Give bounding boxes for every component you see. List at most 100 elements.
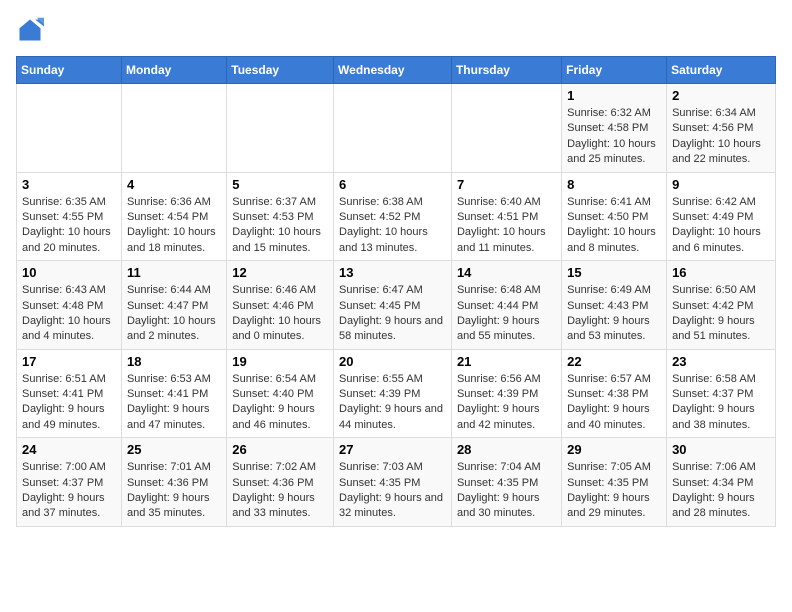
day-number: 22 [567, 354, 661, 369]
day-number: 24 [22, 442, 116, 457]
day-info: Sunrise: 7:00 AM Sunset: 4:37 PM Dayligh… [22, 460, 116, 522]
day-number: 1 [567, 88, 661, 103]
day-number: 21 [457, 354, 556, 369]
calendar-cell: 21Sunrise: 6:56 AM Sunset: 4:39 PM Dayli… [451, 349, 561, 438]
day-number: 26 [232, 442, 328, 457]
day-info: Sunrise: 6:32 AM Sunset: 4:58 PM Dayligh… [567, 106, 661, 168]
day-info: Sunrise: 6:34 AM Sunset: 4:56 PM Dayligh… [672, 106, 770, 168]
day-info: Sunrise: 6:47 AM Sunset: 4:45 PM Dayligh… [339, 283, 446, 345]
day-header-saturday: Saturday [667, 57, 776, 84]
logo [16, 16, 48, 44]
day-number: 12 [232, 265, 328, 280]
calendar-cell: 29 Sunrise: 7:05 AM Sunset: 4:35 PM Dayli… [562, 438, 667, 527]
calendar-cell: 15 Sunrise: 6:49 AM Sunset: 4:43 PM Dayli… [562, 261, 667, 350]
day-info: Sunrise: 7:05 AM Sunset: 4:35 PM Dayligh… [567, 460, 661, 522]
logo-icon [16, 16, 44, 44]
day-info: Sunrise: 7:06 AM Sunset: 4:34 PM Dayligh… [672, 460, 770, 522]
calendar-cell: 23 Sunrise: 6:58 AM Sunset: 4:37 PM Dayli… [667, 349, 776, 438]
calendar-cell: 24 Sunrise: 7:00 AM Sunset: 4:37 PM Dayli… [17, 438, 122, 527]
calendar-cell: 1 Sunrise: 6:32 AM Sunset: 4:58 PM Daylig… [562, 84, 667, 173]
day-number: 2 [672, 88, 770, 103]
day-info: Sunrise: 6:38 AM Sunset: 4:52 PM Dayligh… [339, 195, 446, 257]
calendar-cell [334, 84, 452, 173]
day-info: Sunrise: 6:53 AM Sunset: 4:41 PM Dayligh… [127, 372, 221, 434]
day-info: Sunrise: 6:46 AM Sunset: 4:46 PM Dayligh… [232, 283, 328, 345]
calendar-body: 1 Sunrise: 6:32 AM Sunset: 4:58 PM Daylig… [17, 84, 776, 527]
day-number: 25 [127, 442, 221, 457]
day-info: Sunrise: 6:49 AM Sunset: 4:43 PM Dayligh… [567, 283, 661, 345]
calendar-table: SundayMondayTuesdayWednesdayThursdayFrid… [16, 56, 776, 527]
day-number: 5 [232, 177, 328, 192]
week-row-4: 17 Sunrise: 6:51 AM Sunset: 4:41 PM Dayli… [17, 349, 776, 438]
header-row: SundayMondayTuesdayWednesdayThursdayFrid… [17, 57, 776, 84]
day-header-tuesday: Tuesday [227, 57, 334, 84]
day-number: 18 [127, 354, 221, 369]
day-number: 3 [22, 177, 116, 192]
day-info: Sunrise: 6:36 AM Sunset: 4:54 PM Dayligh… [127, 195, 221, 257]
calendar-cell: 2 Sunrise: 6:34 AM Sunset: 4:56 PM Daylig… [667, 84, 776, 173]
day-info: Sunrise: 6:43 AM Sunset: 4:48 PM Dayligh… [22, 283, 116, 345]
week-row-2: 3 Sunrise: 6:35 AM Sunset: 4:55 PM Daylig… [17, 172, 776, 261]
calendar-cell: 19Sunrise: 6:54 AM Sunset: 4:40 PM Dayli… [227, 349, 334, 438]
day-info: Sunrise: 6:48 AM Sunset: 4:44 PM Dayligh… [457, 283, 556, 345]
day-number: 15 [567, 265, 661, 280]
day-info: Sunrise: 6:57 AM Sunset: 4:38 PM Dayligh… [567, 372, 661, 434]
day-number: 9 [672, 177, 770, 192]
calendar-cell: 18 Sunrise: 6:53 AM Sunset: 4:41 PM Dayli… [121, 349, 226, 438]
day-number: 14 [457, 265, 556, 280]
day-number: 29 [567, 442, 661, 457]
day-info: Sunrise: 6:58 AM Sunset: 4:37 PM Dayligh… [672, 372, 770, 434]
calendar-cell: 12 Sunrise: 6:46 AM Sunset: 4:46 PM Dayli… [227, 261, 334, 350]
day-number: 8 [567, 177, 661, 192]
day-info: Sunrise: 6:51 AM Sunset: 4:41 PM Dayligh… [22, 372, 116, 434]
day-info: Sunrise: 7:04 AM Sunset: 4:35 PM Dayligh… [457, 460, 556, 522]
day-number: 23 [672, 354, 770, 369]
day-info: Sunrise: 7:01 AM Sunset: 4:36 PM Dayligh… [127, 460, 221, 522]
day-number: 28 [457, 442, 556, 457]
day-number: 13 [339, 265, 446, 280]
calendar-cell: 10 Sunrise: 6:43 AM Sunset: 4:48 PM Dayli… [17, 261, 122, 350]
day-header-monday: Monday [121, 57, 226, 84]
day-header-thursday: Thursday [451, 57, 561, 84]
week-row-5: 24 Sunrise: 7:00 AM Sunset: 4:37 PM Dayli… [17, 438, 776, 527]
day-header-wednesday: Wednesday [334, 57, 452, 84]
calendar-cell: 30Sunrise: 7:06 AM Sunset: 4:34 PM Dayli… [667, 438, 776, 527]
calendar-cell: 28 Sunrise: 7:04 AM Sunset: 4:35 PM Dayli… [451, 438, 561, 527]
day-info: Sunrise: 6:55 AM Sunset: 4:39 PM Dayligh… [339, 372, 446, 434]
day-info: Sunrise: 6:40 AM Sunset: 4:51 PM Dayligh… [457, 195, 556, 257]
calendar-cell: 5 Sunrise: 6:37 AM Sunset: 4:53 PM Daylig… [227, 172, 334, 261]
day-number: 10 [22, 265, 116, 280]
calendar-cell: 8 Sunrise: 6:41 AM Sunset: 4:50 PM Daylig… [562, 172, 667, 261]
calendar-cell: 13 Sunrise: 6:47 AM Sunset: 4:45 PM Dayli… [334, 261, 452, 350]
calendar-cell: 27Sunrise: 7:03 AM Sunset: 4:35 PM Dayli… [334, 438, 452, 527]
calendar-cell: 16Sunrise: 6:50 AM Sunset: 4:42 PM Dayli… [667, 261, 776, 350]
day-number: 6 [339, 177, 446, 192]
day-number: 17 [22, 354, 116, 369]
calendar-cell [121, 84, 226, 173]
calendar-cell: 20 Sunrise: 6:55 AM Sunset: 4:39 PM Dayli… [334, 349, 452, 438]
day-number: 20 [339, 354, 446, 369]
day-info: Sunrise: 6:41 AM Sunset: 4:50 PM Dayligh… [567, 195, 661, 257]
day-info: Sunrise: 7:02 AM Sunset: 4:36 PM Dayligh… [232, 460, 328, 522]
day-header-sunday: Sunday [17, 57, 122, 84]
day-info: Sunrise: 6:50 AM Sunset: 4:42 PM Dayligh… [672, 283, 770, 345]
calendar-cell: 11 Sunrise: 6:44 AM Sunset: 4:47 PM Dayli… [121, 261, 226, 350]
calendar-cell: 4 Sunrise: 6:36 AM Sunset: 4:54 PM Daylig… [121, 172, 226, 261]
page-header [16, 16, 776, 44]
calendar-cell: 14 Sunrise: 6:48 AM Sunset: 4:44 PM Dayli… [451, 261, 561, 350]
day-number: 11 [127, 265, 221, 280]
calendar-cell [17, 84, 122, 173]
calendar-cell: 25 Sunrise: 7:01 AM Sunset: 4:36 PM Dayli… [121, 438, 226, 527]
day-info: Sunrise: 6:44 AM Sunset: 4:47 PM Dayligh… [127, 283, 221, 345]
calendar-cell: 3 Sunrise: 6:35 AM Sunset: 4:55 PM Daylig… [17, 172, 122, 261]
week-row-1: 1 Sunrise: 6:32 AM Sunset: 4:58 PM Daylig… [17, 84, 776, 173]
day-number: 19 [232, 354, 328, 369]
day-number: 7 [457, 177, 556, 192]
day-number: 4 [127, 177, 221, 192]
calendar-cell: 9Sunrise: 6:42 AM Sunset: 4:49 PM Daylig… [667, 172, 776, 261]
day-info: Sunrise: 6:37 AM Sunset: 4:53 PM Dayligh… [232, 195, 328, 257]
calendar-cell: 6 Sunrise: 6:38 AM Sunset: 4:52 PM Daylig… [334, 172, 452, 261]
day-info: Sunrise: 6:35 AM Sunset: 4:55 PM Dayligh… [22, 195, 116, 257]
calendar-cell: 26 Sunrise: 7:02 AM Sunset: 4:36 PM Dayli… [227, 438, 334, 527]
calendar-cell [451, 84, 561, 173]
